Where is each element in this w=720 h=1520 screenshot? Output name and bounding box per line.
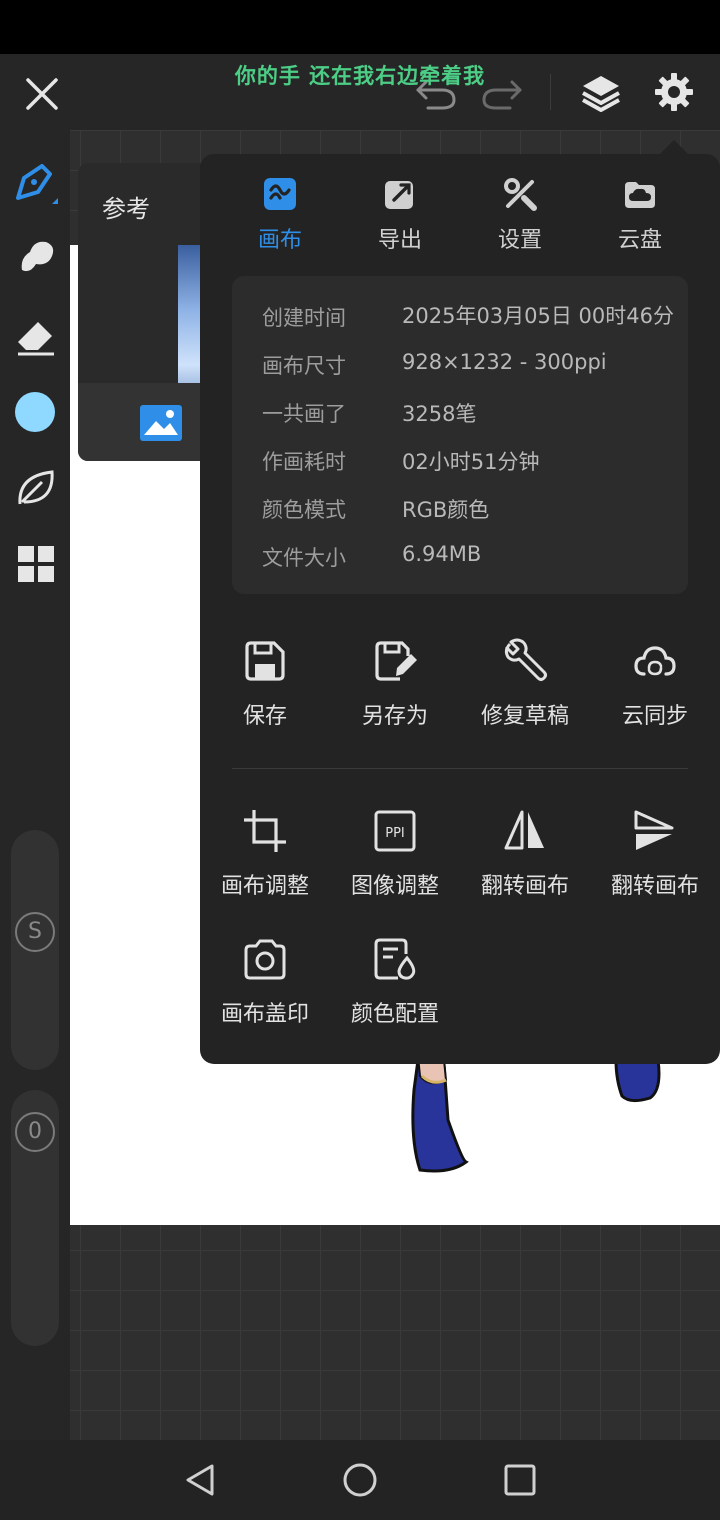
status-bar [0, 0, 720, 54]
canvas-info-card: 创建时间 2025年03月05日 00时46分 画布尺寸 928×1232 - … [232, 276, 688, 594]
tab-label: 导出 [377, 228, 422, 253]
camera-icon [244, 939, 286, 980]
save-as-button[interactable]: 另存为 [330, 638, 460, 748]
canvas-stamp-button[interactable]: 画布盖印 [200, 936, 330, 1046]
tab-canvas[interactable]: 画布 [220, 154, 340, 269]
image-icon [140, 405, 182, 441]
more-tools-button[interactable] [16, 544, 56, 584]
vector-tool-button[interactable] [14, 466, 58, 510]
cloud-drive-icon [625, 182, 655, 208]
flip-horizontal-button[interactable]: 翻转画布 [460, 808, 590, 918]
export-icon [385, 181, 413, 209]
brush-tool-button[interactable] [12, 160, 60, 208]
wrench-icon [504, 638, 547, 681]
repair-draft-button[interactable]: 修复草稿 [460, 638, 590, 748]
color-picker-button[interactable] [15, 392, 55, 432]
save-icon [245, 641, 285, 681]
opacity-slider[interactable]: 0 [11, 1090, 59, 1346]
eraser-icon [18, 322, 54, 356]
tab-export[interactable]: 导出 [340, 154, 460, 269]
reference-label: 参考 [102, 195, 150, 223]
recents-square-icon [504, 1464, 536, 1496]
lyric-overlay: 你的手 还在我右边牵着我 [234, 64, 486, 88]
reference-add-image-button[interactable] [138, 403, 184, 443]
reference-panel[interactable]: 参考 [78, 163, 218, 461]
canvas-settings-menu: 画布 导出 设置 云盘 创建时间 2025年03月05日 00时46分 画布尺寸 [200, 154, 720, 1064]
pen-icon [16, 164, 58, 204]
cloud-sync-button[interactable]: 云同步 [590, 638, 720, 748]
leaf-icon [18, 470, 54, 505]
save-button[interactable]: 保存 [200, 638, 330, 748]
cloud-sync-icon [634, 646, 676, 676]
tab-cloud-drive[interactable]: 云盘 [580, 154, 700, 269]
brush-size-badge: S [15, 912, 55, 952]
opacity-badge: 0 [15, 1112, 55, 1152]
home-circle-icon [343, 1463, 377, 1497]
ppi-icon: PPI [374, 810, 416, 852]
tab-label: 画布 [257, 228, 302, 253]
menu-divider [232, 768, 688, 769]
menu-pointer [660, 140, 688, 154]
flip-vertical-button[interactable]: 翻转画布 [590, 808, 720, 918]
nav-back-button[interactable] [182, 1462, 218, 1498]
eraser-tool-button[interactable] [14, 314, 58, 358]
color-profile-icon [374, 938, 416, 980]
canvas-icon [264, 178, 296, 210]
back-triangle-icon [186, 1464, 214, 1496]
smudge-icon [21, 241, 54, 272]
left-toolbar: S 0 [0, 130, 70, 1440]
tab-label: 云盘 [617, 228, 662, 253]
crop-icon [244, 810, 286, 852]
reference-toolbar [78, 383, 218, 461]
system-navigation-bar [0, 1440, 720, 1520]
svg-text:PPI: PPI [385, 826, 405, 841]
brush-size-slider[interactable]: S [11, 830, 59, 1070]
flip-vertical-icon [634, 810, 674, 850]
canvas-adjust-button[interactable]: 画布调整 [200, 808, 330, 918]
artwork-boot-left [411, 1054, 469, 1173]
grid-icon [18, 546, 54, 582]
smudge-tool-button[interactable] [14, 234, 58, 278]
tab-label: 设置 [497, 228, 542, 253]
flip-horizontal-icon [504, 810, 544, 850]
nav-recents-button[interactable] [502, 1462, 538, 1498]
color-profile-button[interactable]: 颜色配置 [330, 936, 460, 1046]
image-adjust-button[interactable]: PPI 图像调整 [330, 808, 460, 918]
save-as-icon [375, 641, 417, 681]
nav-home-button[interactable] [342, 1462, 378, 1498]
tab-settings[interactable]: 设置 [460, 154, 580, 269]
tools-icon [504, 178, 537, 211]
